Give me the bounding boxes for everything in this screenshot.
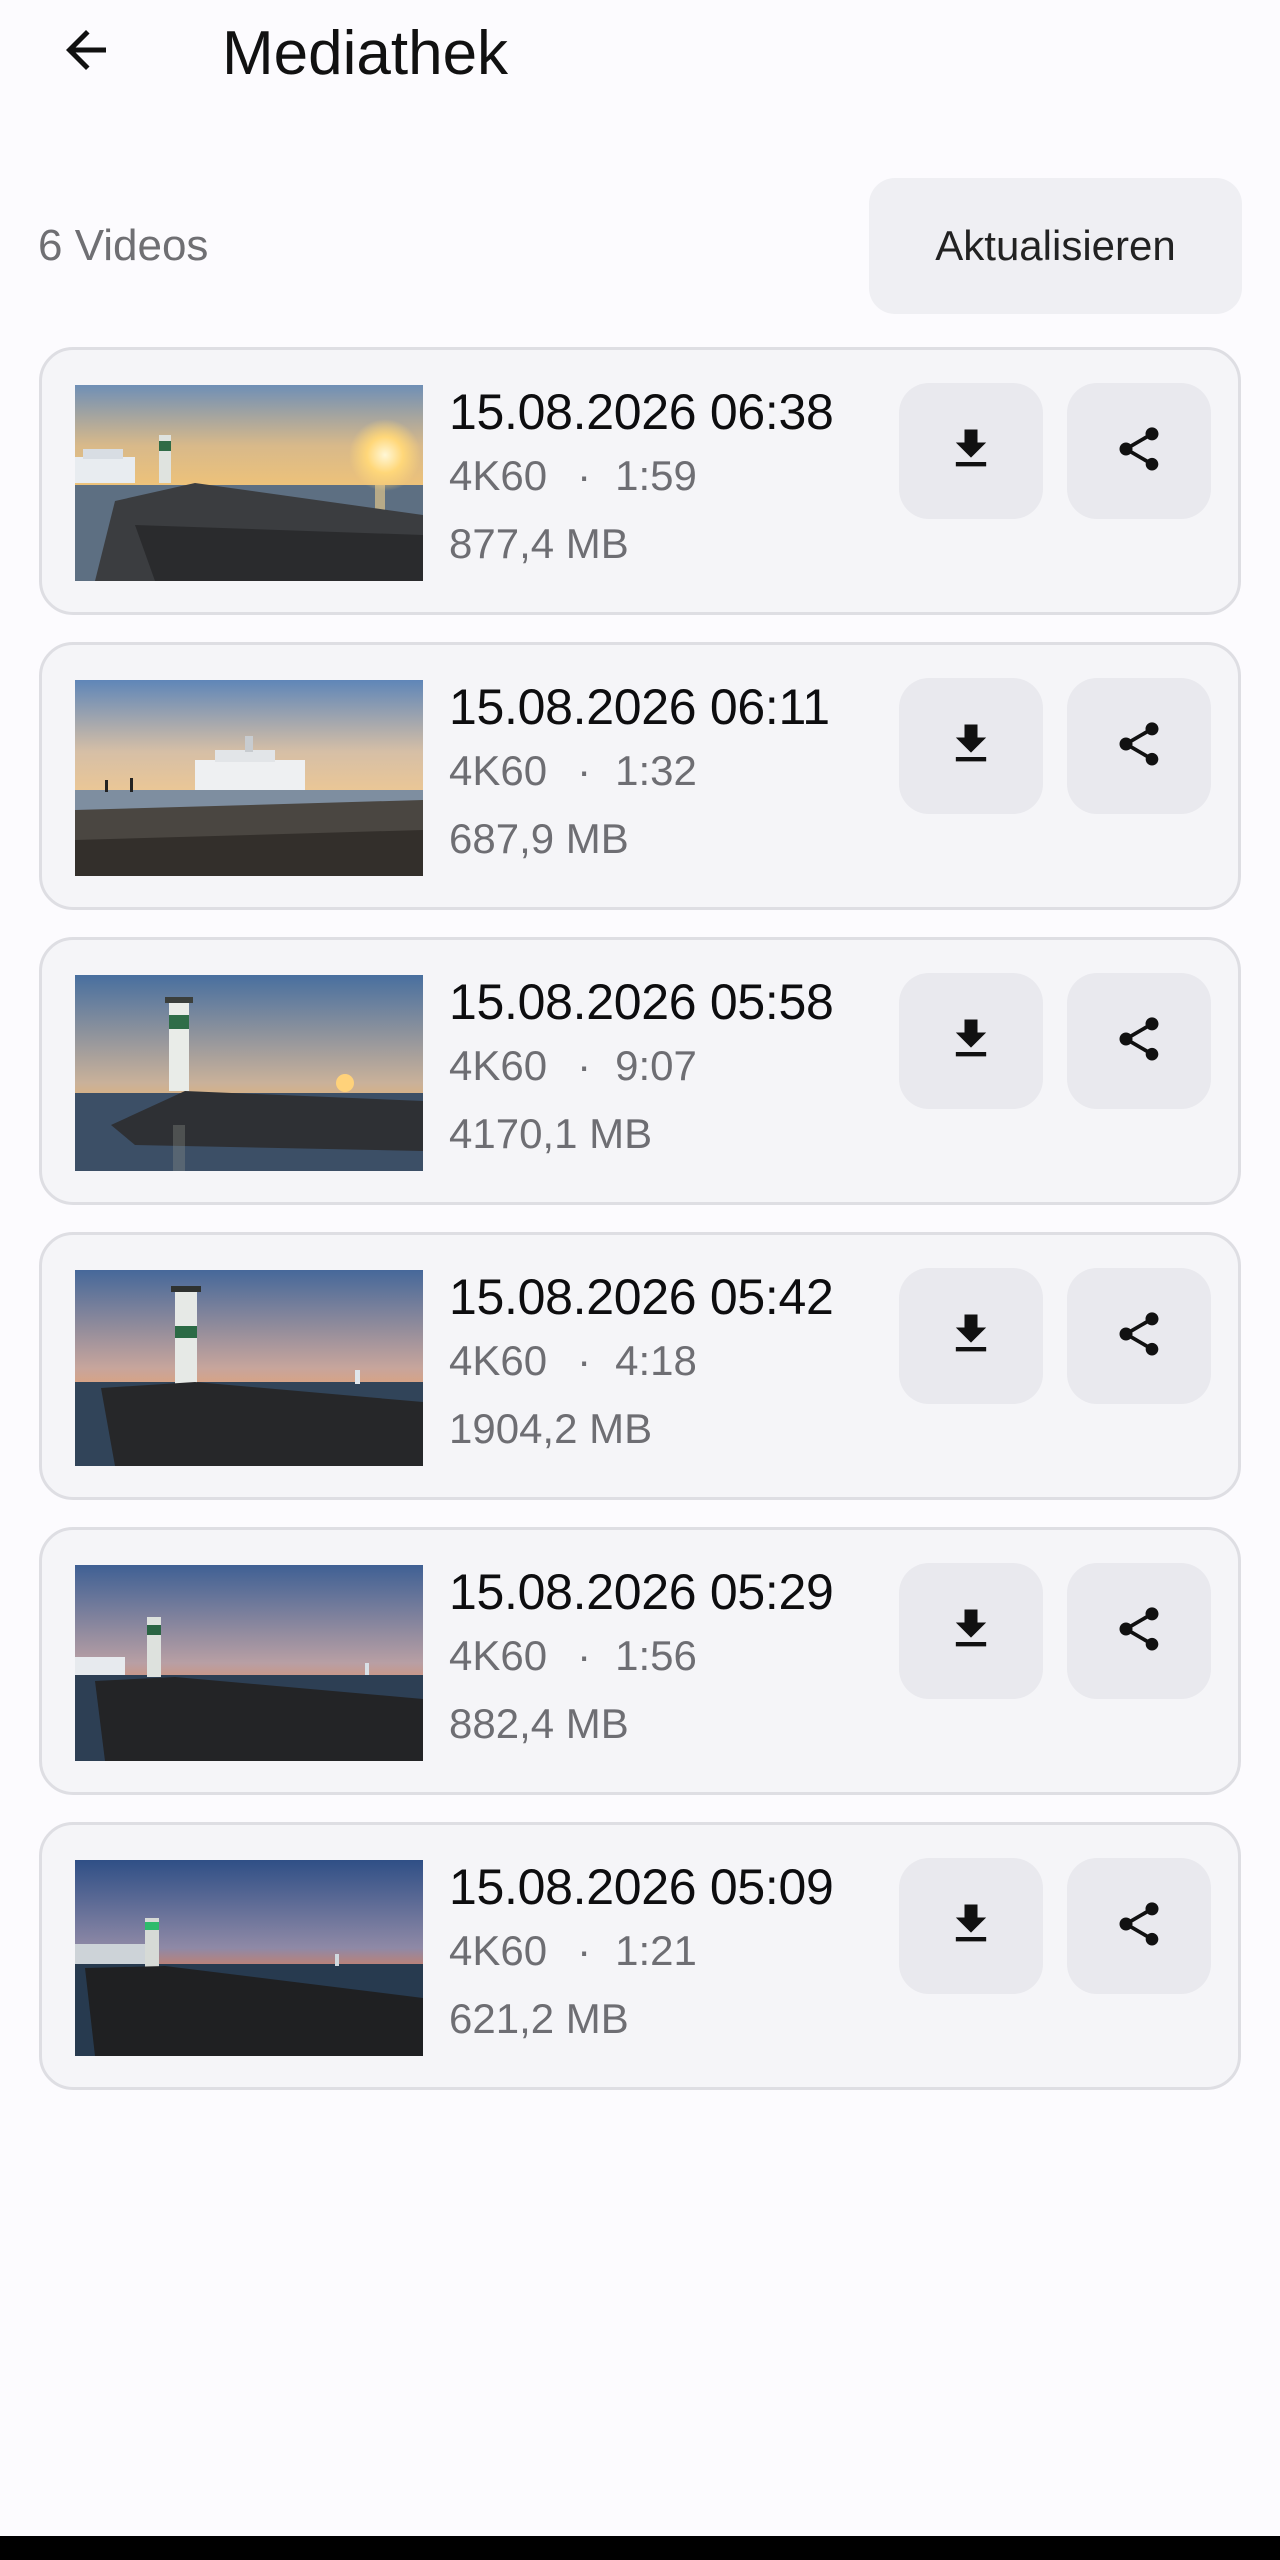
download-icon bbox=[945, 1013, 997, 1070]
arrow-left-icon bbox=[56, 20, 116, 85]
video-quality: 4K60 bbox=[449, 1632, 548, 1679]
video-quality: 4K60 bbox=[449, 747, 548, 794]
video-size: 877,4 MB bbox=[449, 520, 629, 567]
video-duration: 4:18 bbox=[615, 1337, 697, 1384]
video-card[interactable]: 15.08.2026 05:29 4K60 · 1:56 882,4 MB bbox=[39, 1527, 1241, 1795]
app-header: Mediathek bbox=[0, 0, 1280, 110]
system-navigation-bar bbox=[0, 2536, 1280, 2560]
video-thumbnail[interactable] bbox=[75, 680, 423, 876]
video-card[interactable]: 15.08.2026 05:58 4K60 · 9:07 4170,1 MB bbox=[39, 937, 1241, 1205]
video-info: 15.08.2026 05:29 4K60 · 1:56 882,4 MB bbox=[449, 1560, 889, 1752]
video-info: 15.08.2026 06:11 4K60 · 1:32 687,9 MB bbox=[449, 675, 889, 867]
share-icon bbox=[1113, 423, 1165, 480]
video-date: 15.08.2026 05:09 bbox=[449, 1859, 834, 1915]
video-date: 15.08.2026 06:11 bbox=[449, 679, 830, 735]
refresh-button[interactable]: Aktualisieren bbox=[869, 178, 1242, 314]
download-button[interactable] bbox=[899, 383, 1043, 519]
video-duration: 1:59 bbox=[615, 452, 697, 499]
video-thumbnail[interactable] bbox=[75, 1565, 423, 1761]
share-icon bbox=[1113, 718, 1165, 775]
video-size: 882,4 MB bbox=[449, 1700, 629, 1747]
video-info: 15.08.2026 05:58 4K60 · 9:07 4170,1 MB bbox=[449, 970, 889, 1162]
video-thumbnail[interactable] bbox=[75, 385, 423, 581]
video-card[interactable]: 15.08.2026 05:42 4K60 · 4:18 1904,2 MB bbox=[39, 1232, 1241, 1500]
download-icon bbox=[945, 423, 997, 480]
share-button[interactable] bbox=[1067, 1268, 1211, 1404]
share-icon bbox=[1113, 1013, 1165, 1070]
meta-separator: · bbox=[577, 1042, 592, 1089]
share-button[interactable] bbox=[1067, 1563, 1211, 1699]
video-size: 4170,1 MB bbox=[449, 1110, 653, 1157]
video-quality: 4K60 bbox=[449, 1042, 548, 1089]
video-list: 15.08.2026 06:38 4K60 · 1:59 877,4 MB 15… bbox=[39, 347, 1241, 2117]
video-info: 15.08.2026 06:38 4K60 · 1:59 877,4 MB bbox=[449, 380, 889, 572]
video-duration: 1:21 bbox=[615, 1927, 697, 1974]
video-meta: 4K60 · 1:59 bbox=[449, 448, 889, 512]
share-icon bbox=[1113, 1308, 1165, 1365]
video-thumbnail[interactable] bbox=[75, 975, 423, 1171]
meta-separator: · bbox=[577, 747, 592, 794]
meta-separator: · bbox=[577, 1927, 592, 1974]
media-library-screen: Mediathek 6 Videos Aktualisieren 15.08.2… bbox=[0, 0, 1280, 2560]
video-quality: 4K60 bbox=[449, 1337, 548, 1384]
share-button[interactable] bbox=[1067, 678, 1211, 814]
video-quality: 4K60 bbox=[449, 1927, 548, 1974]
share-button[interactable] bbox=[1067, 383, 1211, 519]
video-meta: 4K60 · 1:21 bbox=[449, 1923, 889, 1987]
download-button[interactable] bbox=[899, 973, 1043, 1109]
download-button[interactable] bbox=[899, 1563, 1043, 1699]
video-meta: 4K60 · 4:18 bbox=[449, 1333, 889, 1397]
video-count: 6 Videos bbox=[38, 221, 209, 270]
download-button[interactable] bbox=[899, 1858, 1043, 1994]
video-date: 15.08.2026 05:29 bbox=[449, 1564, 834, 1620]
video-meta: 4K60 · 1:56 bbox=[449, 1628, 889, 1692]
video-size: 1904,2 MB bbox=[449, 1405, 653, 1452]
download-button[interactable] bbox=[899, 1268, 1043, 1404]
download-icon bbox=[945, 1898, 997, 1955]
video-duration: 1:32 bbox=[615, 747, 697, 794]
video-meta: 4K60 · 1:32 bbox=[449, 743, 889, 807]
video-date: 15.08.2026 06:38 bbox=[449, 384, 834, 440]
back-button[interactable] bbox=[36, 10, 136, 94]
meta-separator: · bbox=[577, 1337, 592, 1384]
page-title: Mediathek bbox=[222, 19, 509, 88]
video-meta: 4K60 · 9:07 bbox=[449, 1038, 889, 1102]
video-size: 687,9 MB bbox=[449, 815, 629, 862]
video-date: 15.08.2026 05:58 bbox=[449, 974, 834, 1030]
download-icon bbox=[945, 1603, 997, 1660]
video-info: 15.08.2026 05:09 4K60 · 1:21 621,2 MB bbox=[449, 1855, 889, 2047]
video-card[interactable]: 15.08.2026 06:38 4K60 · 1:59 877,4 MB bbox=[39, 347, 1241, 615]
download-icon bbox=[945, 718, 997, 775]
meta-separator: · bbox=[577, 452, 592, 499]
video-thumbnail[interactable] bbox=[75, 1270, 423, 1466]
download-icon bbox=[945, 1308, 997, 1365]
share-icon bbox=[1113, 1603, 1165, 1660]
video-card[interactable]: 15.08.2026 06:11 4K60 · 1:32 687,9 MB bbox=[39, 642, 1241, 910]
share-button[interactable] bbox=[1067, 1858, 1211, 1994]
download-button[interactable] bbox=[899, 678, 1043, 814]
video-duration: 1:56 bbox=[615, 1632, 697, 1679]
meta-separator: · bbox=[577, 1632, 592, 1679]
video-date: 15.08.2026 05:42 bbox=[449, 1269, 834, 1325]
video-thumbnail[interactable] bbox=[75, 1860, 423, 2056]
video-duration: 9:07 bbox=[615, 1042, 697, 1089]
video-size: 621,2 MB bbox=[449, 1995, 629, 2042]
share-icon bbox=[1113, 1898, 1165, 1955]
video-quality: 4K60 bbox=[449, 452, 548, 499]
video-card[interactable]: 15.08.2026 05:09 4K60 · 1:21 621,2 MB bbox=[39, 1822, 1241, 2090]
video-info: 15.08.2026 05:42 4K60 · 4:18 1904,2 MB bbox=[449, 1265, 889, 1457]
share-button[interactable] bbox=[1067, 973, 1211, 1109]
